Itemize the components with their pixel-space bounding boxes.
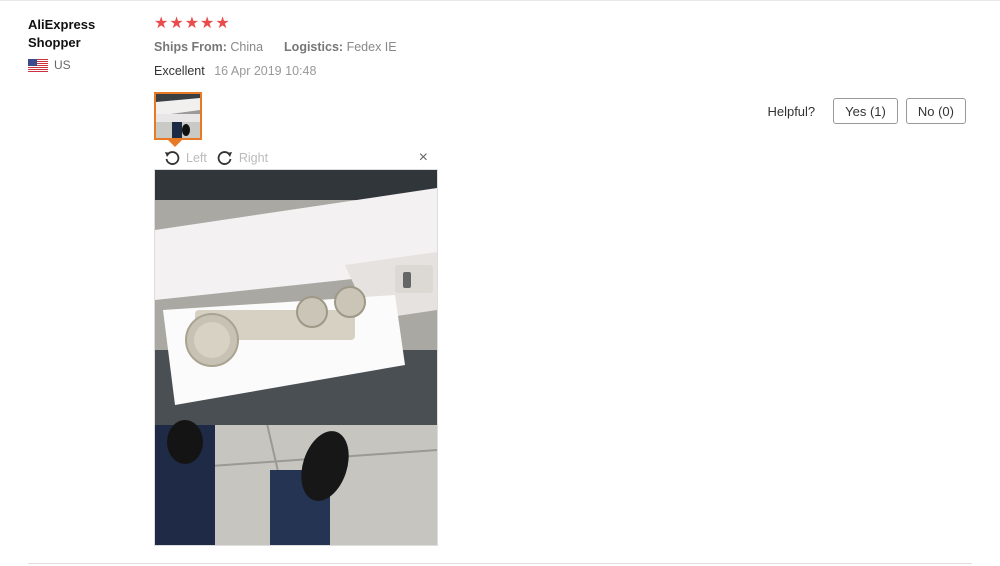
rotate-right-label: Right xyxy=(238,151,269,165)
logistics-value: Fedex IE xyxy=(346,40,397,54)
feedback-line: Excellent 16 Apr 2019 10:48 xyxy=(154,64,974,78)
logistics-label: Logistics: xyxy=(284,40,344,54)
thumbnail-pointer xyxy=(168,140,182,147)
review-photo-thumbnail[interactable] xyxy=(154,92,202,140)
star-icon: ★ xyxy=(169,15,184,32)
us-flag-icon xyxy=(28,58,48,72)
reviewer-name: AliExpress Shopper xyxy=(28,17,96,50)
star-icon: ★ xyxy=(184,15,200,32)
bottom-divider xyxy=(28,563,972,564)
review-photo-image xyxy=(155,170,437,545)
review-photo-large xyxy=(154,169,438,546)
shipping-info: Ships From: China Logistics: Fedex IE xyxy=(154,40,974,54)
helpful-no-button[interactable]: No (0) xyxy=(905,98,966,124)
reviewer-info: AliExpress Shopper US xyxy=(28,16,138,72)
helpful-label: Helpful? xyxy=(767,103,816,119)
helpful-vote: Helpful? Yes (1) No (0) xyxy=(767,98,966,124)
close-viewer-button[interactable]: × xyxy=(419,149,428,167)
rotate-left-label: Left xyxy=(186,151,207,165)
helpful-yes-button[interactable]: Yes (1) xyxy=(833,98,898,124)
star-icon: ★ xyxy=(200,15,215,32)
star-icon: ★ xyxy=(154,15,169,32)
review-date: 16 Apr 2019 10:48 xyxy=(214,64,317,78)
rotate-right-icon xyxy=(217,151,232,165)
rotate-left-icon xyxy=(165,151,180,165)
rotate-right-button[interactable]: Right xyxy=(217,150,268,166)
country-code: US xyxy=(54,58,71,72)
review-body: ★ ★ ★ ★ ★ Ships From: China Logistics: Fedex… xyxy=(154,14,974,79)
thumbnail-image xyxy=(156,94,200,138)
star-rating: ★ ★ ★ ★ ★ xyxy=(154,14,974,34)
ships-from-label: Ships From: xyxy=(154,40,227,54)
rotate-left-button[interactable]: Left xyxy=(164,150,207,166)
ships-from-value: China xyxy=(230,40,264,54)
reviewer-country: US xyxy=(28,58,138,72)
star-icon: ★ xyxy=(215,15,230,32)
top-divider xyxy=(0,0,1000,1)
feedback-text: Excellent xyxy=(154,64,205,78)
image-viewer-toolbar: Left Right × xyxy=(154,147,438,169)
